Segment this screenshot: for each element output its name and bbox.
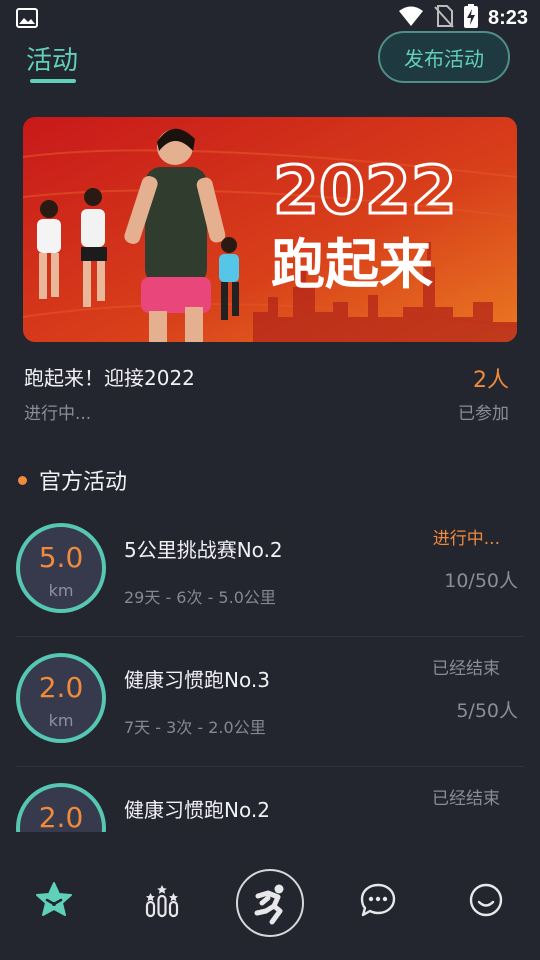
activity-status: 进行中... [432, 529, 500, 549]
tab-activity[interactable]: 活动 [26, 40, 78, 77]
activity-meta: 7天 - 3次 - 2.0公里 [124, 718, 266, 737]
distance-value: 2.0 [38, 801, 84, 832]
nav-profile[interactable] [464, 878, 508, 922]
activity-row[interactable]: 2.0 km 健康习惯跑No.3 7天 - 3次 - 2.0公里 已经结束 5/… [0, 637, 540, 767]
distance-ring: 2.0 km [16, 783, 106, 832]
activity-meta: 29天 - 6次 - 5.0公里 [124, 588, 276, 607]
activity-row[interactable]: 5.0 km 5公里挑战赛No.2 29天 - 6次 - 5.0公里 进行中..… [0, 507, 540, 637]
nav-run-button[interactable] [236, 869, 304, 937]
distance-value: 2.0 [38, 671, 84, 704]
distance-unit: km [48, 581, 74, 600]
activity-name: 5公里挑战赛No.2 [124, 538, 283, 562]
run-icon [254, 884, 284, 925]
featured-event-count: 2人 [473, 368, 509, 393]
activity-star-icon [36, 882, 72, 916]
nav-leaderboard[interactable] [140, 878, 184, 922]
section-dot-icon [18, 475, 27, 485]
chat-icon [360, 883, 396, 917]
distance-unit: km [48, 711, 74, 730]
activity-name: 健康习惯跑No.2 [124, 798, 270, 822]
bottom-nav [0, 832, 540, 960]
section-title: 官方活动 [39, 470, 128, 495]
header: 活动 发布活动 [0, 31, 540, 96]
activity-participants: 5/50人 [456, 700, 518, 722]
wifi-icon [398, 5, 424, 31]
no-sim-icon [434, 4, 454, 32]
activity-row[interactable]: 2.0 km 健康习惯跑No.2 已经结束 [0, 767, 540, 832]
featured-event-title[interactable]: 跑起来！迎接2022 [24, 362, 195, 391]
banner-year: 2022 [273, 152, 457, 229]
activity-name: 健康习惯跑No.3 [124, 668, 270, 692]
event-banner[interactable]: 2022 跑起来 [23, 117, 517, 342]
clock: 8:23 [487, 6, 528, 29]
distance-ring: 2.0 km [16, 653, 106, 743]
nav-messages[interactable] [356, 878, 400, 922]
featured-event-status: 进行中... [24, 404, 92, 424]
activity-list[interactable]: 5.0 km 5公里挑战赛No.2 29天 - 6次 - 5.0公里 进行中..… [0, 507, 540, 832]
activity-status: 已经结束 [432, 789, 500, 809]
banner-slogan: 跑起来 [271, 233, 433, 296]
gallery-icon [16, 8, 38, 28]
battery-charging-icon [463, 4, 478, 32]
activity-status: 已经结束 [432, 659, 500, 679]
activity-participants: 10/50人 [444, 570, 518, 592]
nav-activity[interactable] [32, 878, 76, 922]
publish-activity-button[interactable]: 发布活动 [378, 31, 510, 83]
section-official-activities: 官方活动 [18, 464, 127, 496]
leaderboard-icon [145, 885, 179, 918]
banner-illustration: 2022 跑起来 [23, 117, 517, 342]
profile-smile-icon [469, 883, 503, 917]
featured-event-joined-label: 已参加 [458, 404, 509, 424]
tab-indicator [30, 79, 76, 83]
distance-ring: 5.0 km [16, 523, 106, 613]
distance-value: 5.0 [38, 541, 84, 574]
